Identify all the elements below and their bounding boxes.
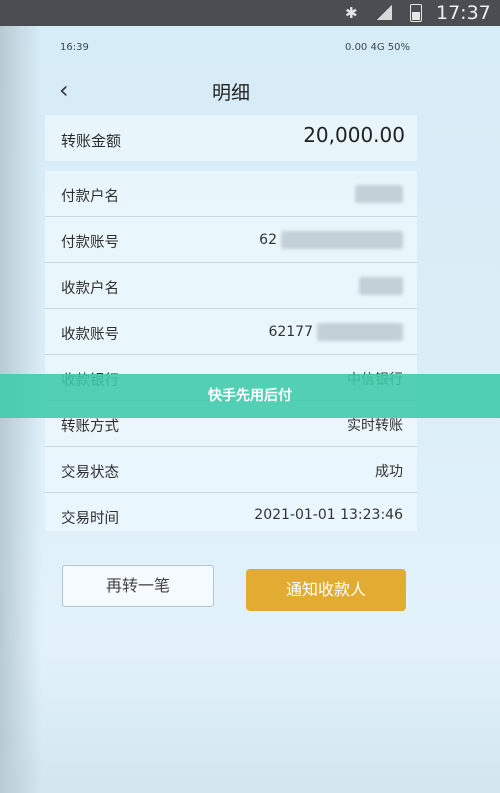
payee-name-label: 收款户名 — [61, 281, 119, 297]
payee-account-value: 62177 — [268, 323, 403, 341]
detail-row-payer-name: 付款户名 — [45, 171, 417, 217]
outer-clock: 17:37 — [436, 2, 491, 24]
transfer-method-value: 实时转账 — [347, 418, 403, 434]
bluetooth-icon: ✱ — [345, 4, 358, 22]
battery-icon — [410, 4, 422, 22]
amount-label: 转账金额 — [61, 132, 122, 150]
notify-payee-button[interactable]: 通知收款人 — [246, 569, 406, 611]
detail-row-payee-account: 收款账号 62177 — [45, 309, 417, 355]
inner-status-right: 0.00 4G 50% — [345, 42, 410, 53]
detail-row-payer-account: 付款账号 62 — [45, 217, 417, 263]
status-value: 成功 — [375, 464, 403, 480]
payer-name-value — [355, 185, 403, 203]
inner-status-bar: 16:39 0.00 4G 50% — [60, 40, 410, 58]
detail-row-payee-name: 收款户名 — [45, 263, 417, 309]
payer-account-value: 62 — [259, 231, 403, 249]
banner-text: 快手先用后付 — [208, 388, 292, 404]
transfer-method-label: 转账方式 — [61, 419, 119, 435]
nav-bar: ‹ 明细 — [45, 70, 417, 110]
payer-account-label: 付款账号 — [61, 235, 119, 251]
detail-row-status: 交易状态 成功 — [45, 447, 417, 493]
time-value: 2021-01-01 13:23:46 — [254, 507, 403, 523]
status-label: 交易状态 — [61, 465, 119, 481]
promo-banner: 快手先用后付 — [0, 374, 500, 418]
outer-status-bar: ✱ 17:37 — [0, 0, 500, 26]
amount-card: 转账金额 20,000.00 — [45, 115, 417, 161]
page-title: 明细 — [211, 82, 250, 104]
amount-value: 20,000.00 — [303, 123, 405, 147]
payer-name-label: 付款户名 — [61, 189, 119, 205]
transfer-again-button[interactable]: 再转一笔 — [62, 565, 214, 607]
payee-account-label: 收款账号 — [61, 327, 119, 343]
payee-name-value — [359, 277, 403, 295]
signal-icon — [376, 5, 392, 20]
detail-row-time: 交易时间 2021-01-01 13:23:46 — [45, 493, 417, 538]
time-label: 交易时间 — [61, 511, 119, 527]
inner-clock: 16:39 — [60, 42, 89, 53]
details-card: 付款户名 付款账号 62 收款户名 收款账号 62177 收款银行 中信银行 转… — [45, 171, 417, 531]
